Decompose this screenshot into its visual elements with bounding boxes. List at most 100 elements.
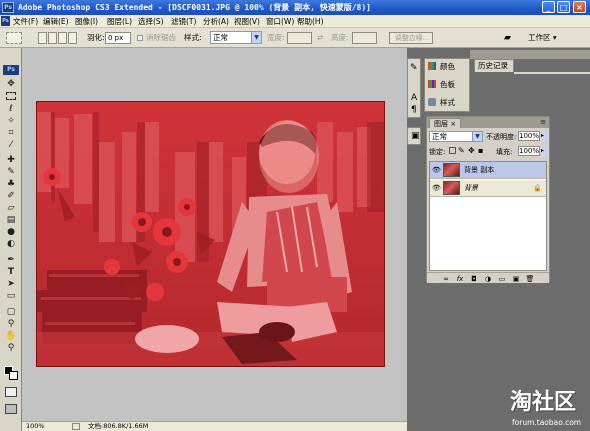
maximize-button[interactable]: □ [557,1,570,13]
intersect-selection-icon[interactable] [68,32,77,44]
visibility-eye-icon[interactable]: 👁 [432,184,441,192]
chevron-down-icon: ▼ [251,32,261,43]
slice-tool-icon[interactable]: ⁄ [4,140,18,151]
clone-stamp-tool-icon[interactable]: ♣ [4,179,18,190]
dodge-tool-icon[interactable]: ◐ [4,239,18,250]
menu-filter[interactable]: 滤镜(T) [171,15,196,28]
fx-icon[interactable]: fx [455,275,465,284]
screen-mode-icon[interactable] [5,404,17,414]
swap-icon[interactable]: ⇄ [317,32,323,44]
marquee-tool-icon[interactable] [6,92,16,100]
notes-tool-icon[interactable]: ▢ [4,307,18,318]
eyedropper-tool-icon[interactable]: ⚲ [4,319,18,330]
mask-icon[interactable]: ◘ [469,275,479,284]
quick-mask-icon[interactable] [5,387,17,397]
marquee-preset-icon[interactable] [6,32,22,44]
close-icon[interactable]: × [450,120,456,128]
refine-edge-button[interactable]: 调整边缘... [389,32,433,44]
lasso-tool-icon[interactable]: ℓ [4,104,18,115]
crop-tool-icon[interactable]: ⌗ [4,128,18,139]
menu-view[interactable]: 视图(V) [234,15,260,28]
zoom-tool-icon[interactable]: ⚲ [4,343,18,354]
lock-icon: 🔒 [533,184,542,192]
minimize-button[interactable]: _ [542,1,555,13]
styles-panel-label[interactable]: 样式 [440,97,455,108]
layers-tab[interactable]: 图层 × [429,118,462,128]
move-tool-icon[interactable]: ✥ [4,79,18,90]
lock-position-icon[interactable]: ✥ [468,146,475,155]
menu-help[interactable]: 帮助(H) [297,15,324,28]
tools-toggle-icon[interactable]: ✎ [410,63,418,73]
group-icon[interactable]: ▭ [497,275,507,284]
menu-file[interactable]: 文件(F) [13,15,38,28]
fill-label: 填充: [496,148,513,156]
magic-wand-tool-icon[interactable]: ✧ [4,116,18,127]
lock-transparency-icon[interactable] [449,147,456,154]
layer-row[interactable]: 👁 背景 副本 [430,162,546,179]
new-layer-icon[interactable]: ▣ [511,275,521,284]
styles-panel-icon[interactable] [428,98,436,106]
paragraph-panel-icon[interactable]: ¶ [411,105,417,115]
add-selection-icon[interactable] [48,32,57,44]
pen-tool-icon[interactable]: ✒ [4,255,18,266]
zoom-level[interactable]: 100% [26,422,45,431]
menu-window[interactable]: 窗口(W) [266,15,294,28]
menu-bar: Ps 文件(F) 编辑(E) 图像(I) 图层(L) 选择(S) 滤镜(T) 分… [0,15,590,28]
opacity-slider-icon[interactable]: ▸ [541,131,548,141]
lock-paint-icon[interactable]: ✎ [458,146,465,155]
shape-tool-icon[interactable]: ▭ [4,291,18,302]
document-image[interactable] [36,101,385,367]
hand-tool-icon[interactable]: ✋ [4,331,18,342]
opacity-label: 不透明度: [486,133,517,141]
history-tab[interactable]: 历史记录 [474,59,514,72]
fill-slider-icon[interactable]: ▸ [541,146,548,156]
menu-layer[interactable]: 图层(L) [107,15,132,28]
subtract-selection-icon[interactable] [58,32,67,44]
opacity-input[interactable]: 100% [518,131,540,141]
brush-tool-icon[interactable]: ✎ [4,167,18,178]
workspace-button[interactable]: 工作区 ▾ [528,32,557,44]
menu-image[interactable]: 图像(I) [75,15,98,28]
lock-all-icon[interactable]: ▪ [478,146,483,155]
close-button[interactable]: × [573,1,586,13]
window-title: Adobe Photoshop CS3 Extended - [DSCF0031… [18,3,371,12]
eraser-tool-icon[interactable]: ▱ [4,203,18,214]
healing-brush-tool-icon[interactable]: ✚ [4,155,18,166]
antialias-checkbox[interactable] [137,35,143,41]
watermark-url: forum.taobao.com [512,418,582,427]
layer-comps-icon[interactable]: ▣ [411,131,420,141]
height-input[interactable] [352,32,377,44]
type-tool-icon[interactable]: T [4,267,18,278]
character-panel-icon[interactable]: A [411,93,417,103]
layer-row[interactable]: 👁 背景 🔒 [430,180,546,197]
background-color-swatch[interactable] [9,371,18,380]
history-brush-tool-icon[interactable]: ✐ [4,191,18,202]
path-selection-tool-icon[interactable]: ➤ [4,279,18,290]
swatches-panel-icon[interactable] [428,80,436,88]
new-selection-icon[interactable] [38,32,47,44]
photoshop-logo-icon: Ps [2,2,14,13]
width-input[interactable] [287,32,312,44]
adjustment-icon[interactable]: ◑ [483,275,493,284]
panel-menu-icon[interactable]: ≡ [540,118,546,126]
style-select[interactable]: 正常 ▼ [210,31,262,44]
trash-icon[interactable]: 🗑 [525,275,535,284]
height-label: 高度: [331,33,349,42]
gradient-tool-icon[interactable]: ▤ [4,215,18,226]
color-panel-icon[interactable] [428,62,436,70]
feather-input[interactable]: 0 px [105,32,131,44]
blend-mode-select[interactable]: 正常 ▼ [429,131,483,142]
link-icon[interactable]: ∞ [441,275,451,284]
watermark: 淘社区 forum.taobao.com [480,388,590,431]
visibility-eye-icon[interactable]: 👁 [432,166,441,174]
app-menu-icon[interactable]: Ps [1,16,10,26]
menu-analysis[interactable]: 分析(A) [203,15,229,28]
color-panel-label[interactable]: 颜色 [440,61,455,72]
blur-tool-icon[interactable]: ● [4,227,18,238]
fill-input[interactable]: 100% [518,146,540,156]
menu-select[interactable]: 选择(S) [138,15,164,28]
menu-edit[interactable]: 编辑(E) [43,15,69,28]
bridge-icon[interactable]: ▰ [504,32,518,44]
swatches-panel-label[interactable]: 色板 [440,79,455,90]
collapsed-dock-strip: ✎ A ¶ [407,58,421,118]
